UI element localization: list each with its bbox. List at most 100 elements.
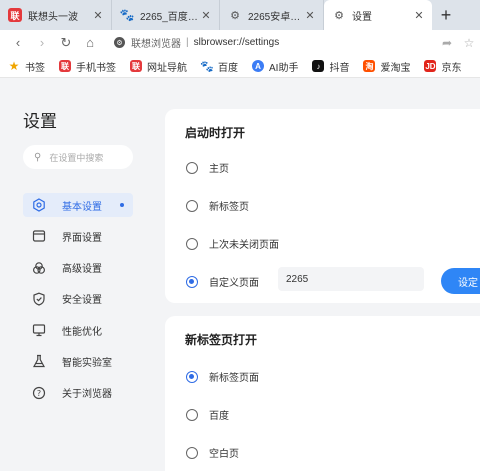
forward-icon[interactable]: ›: [30, 32, 54, 54]
sidebar-item-label: 安全设置: [62, 295, 102, 307]
douyin-icon: ♪: [312, 60, 325, 72]
settings-search-input[interactable]: ⚲ 在设置中搜索: [23, 145, 133, 169]
bookmark-item[interactable]: 🐾 百度: [200, 59, 238, 74]
settings-nav: 基本设置 界面设置 高级设置 安全设置 性能优化 智能实验室 ? 关于浏览器: [23, 193, 133, 412]
new-tab-button[interactable]: +: [432, 0, 460, 30]
reload-icon[interactable]: ↻: [54, 32, 78, 54]
sidebar-item-label: 关于浏览器: [62, 389, 112, 401]
radio-button-selected[interactable]: [186, 370, 198, 383]
close-icon[interactable]: ✕: [91, 8, 105, 22]
option-label: 新标签页: [209, 202, 249, 213]
baidu-paw-icon: 🐾: [119, 8, 135, 22]
bookmark-label: 书签: [25, 62, 45, 74]
share-icon[interactable]: ➦: [436, 36, 458, 50]
newtab-option-blank[interactable]: 空白页: [186, 445, 239, 460]
monitor-icon: [31, 322, 47, 338]
sidebar-item-advanced[interactable]: 高级设置: [23, 256, 133, 280]
page-title: 设置: [23, 112, 57, 131]
sidebar-item-security[interactable]: 安全设置: [23, 287, 133, 311]
radio-button[interactable]: [186, 446, 198, 459]
bookmark-item[interactable]: 联手机书签: [59, 59, 116, 74]
startup-option-custom[interactable]: 自定义页面: [186, 274, 259, 289]
radio-button[interactable]: [186, 408, 198, 421]
bookmark-label: 抖音: [329, 62, 350, 74]
newtab-option-newtabpage[interactable]: 新标签页面: [186, 369, 259, 384]
bookmark-star-icon[interactable]: ☆: [458, 36, 480, 50]
shield-icon: [31, 291, 47, 307]
tab-settings[interactable]: ⚙ 设置 ✕: [324, 0, 432, 30]
taobao-icon: 淘: [363, 60, 376, 72]
gear-hex-icon: [31, 197, 47, 213]
option-label: 百度: [209, 411, 229, 422]
address-toolbar: ‹ › ↻ ⌂ ⚙ 联想浏览器 | slbrowser://settings ➦…: [0, 30, 480, 55]
startup-panel: 启动时打开 主页 新标签页 上次未关闭页面 自定义页面 2265 设定: [165, 109, 480, 303]
ai-icon: A: [252, 60, 264, 72]
tab-title: 2265_百度搜索: [140, 11, 199, 23]
active-dot: [120, 203, 124, 207]
search-icon: ⚲: [34, 151, 42, 163]
settings-gear-icon: ⚙: [334, 9, 344, 22]
lenovo-icon: 联: [8, 8, 22, 22]
bookmark-item[interactable]: 联网址导航: [130, 59, 187, 74]
bookmark-label: 手机书签: [76, 62, 116, 74]
jd-icon: JD: [424, 60, 437, 72]
bookmark-label: 网址导航: [147, 62, 187, 74]
bookmark-label: AI助手: [269, 62, 299, 74]
url-separator: |: [186, 37, 189, 48]
help-circle-icon: ?: [31, 385, 47, 401]
bookmarks-bar: ★ 书签 联手机书签 联网址导航 🐾 百度 A AI助手 ♪ 抖音 淘爱淘宝 JD 京东: [0, 55, 480, 78]
bookmark-item[interactable]: JD 京东: [424, 59, 461, 74]
close-icon[interactable]: ✕: [303, 8, 317, 22]
startup-option-newtab[interactable]: 新标签页: [186, 198, 249, 213]
close-icon[interactable]: ✕: [412, 8, 426, 22]
option-label: 空白页: [209, 449, 239, 460]
window-icon: [31, 228, 47, 244]
circles-icon: [31, 260, 47, 276]
startup-option-home[interactable]: 主页: [186, 160, 229, 175]
star-icon: ★: [8, 59, 20, 73]
sidebar-item-about[interactable]: ? 关于浏览器: [23, 381, 133, 405]
tab-title: 设置: [352, 11, 372, 23]
bookmark-label: 爱淘宝: [380, 62, 411, 74]
radio-button[interactable]: [186, 199, 198, 212]
newtab-panel: 新标签页打开 新标签页面 百度 空白页: [165, 316, 480, 471]
option-label: 自定义页面: [209, 278, 259, 289]
tab-strip: 联 联想头一波 ✕ 🐾 2265_百度搜索 ✕ ⚙ 2265安卓网-好玩 ✕ ⚙…: [0, 0, 480, 30]
back-icon[interactable]: ‹: [6, 32, 30, 54]
close-icon[interactable]: ✕: [199, 8, 213, 22]
sidebar-item-basic[interactable]: 基本设置: [23, 193, 133, 217]
tab-lenovo[interactable]: 联 联想头一波 ✕: [0, 0, 112, 30]
address-bar[interactable]: ⚙ 联想浏览器 | slbrowser://settings: [114, 32, 279, 54]
sidebar-item-performance[interactable]: 性能优化: [23, 318, 133, 342]
bookmark-item[interactable]: ♪ 抖音: [312, 59, 349, 74]
toolbar-actions: ➦ ☆: [436, 36, 480, 50]
sidebar-item-label: 基本设置: [62, 201, 102, 213]
option-label: 上次未关闭页面: [209, 240, 279, 251]
radio-button-selected[interactable]: [186, 275, 198, 288]
tab-baidu-search[interactable]: 🐾 2265_百度搜索 ✕: [112, 0, 220, 30]
set-button[interactable]: 设定: [441, 268, 480, 294]
url-text[interactable]: slbrowser://settings: [194, 37, 280, 48]
section-title: 启动时打开: [185, 126, 246, 140]
startup-option-restore[interactable]: 上次未关闭页面: [186, 236, 279, 251]
radio-button[interactable]: [186, 161, 198, 174]
sidebar-item-interface[interactable]: 界面设置: [23, 224, 133, 248]
tab-2265[interactable]: ⚙ 2265安卓网-好玩 ✕: [220, 0, 324, 30]
radio-button[interactable]: [186, 237, 198, 250]
home-icon[interactable]: ⌂: [78, 32, 102, 54]
sidebar-item-label: 智能实验室: [62, 357, 112, 369]
custom-page-input[interactable]: 2265: [278, 267, 424, 291]
tab-title: 联想头一波: [28, 11, 78, 23]
lenovo-icon: 联: [130, 60, 142, 72]
newtab-option-baidu[interactable]: 百度: [186, 407, 229, 422]
bookmark-label: 百度: [218, 62, 238, 74]
bookmark-item[interactable]: ★ 书签: [8, 59, 45, 74]
site-info-icon[interactable]: ⚙: [114, 37, 125, 48]
browser-brand: 联想浏览器: [131, 39, 181, 50]
sidebar-item-lab[interactable]: 智能实验室: [23, 349, 133, 373]
settings-sidebar: 设置 ⚲ 在设置中搜索 基本设置 界面设置 高级设置 安全设置 性能优化 智能实…: [0, 78, 152, 471]
option-label: 新标签页面: [209, 373, 259, 384]
svg-text:?: ?: [37, 389, 41, 398]
bookmark-item[interactable]: A AI助手: [252, 59, 298, 74]
bookmark-item[interactable]: 淘爱淘宝: [363, 59, 410, 74]
